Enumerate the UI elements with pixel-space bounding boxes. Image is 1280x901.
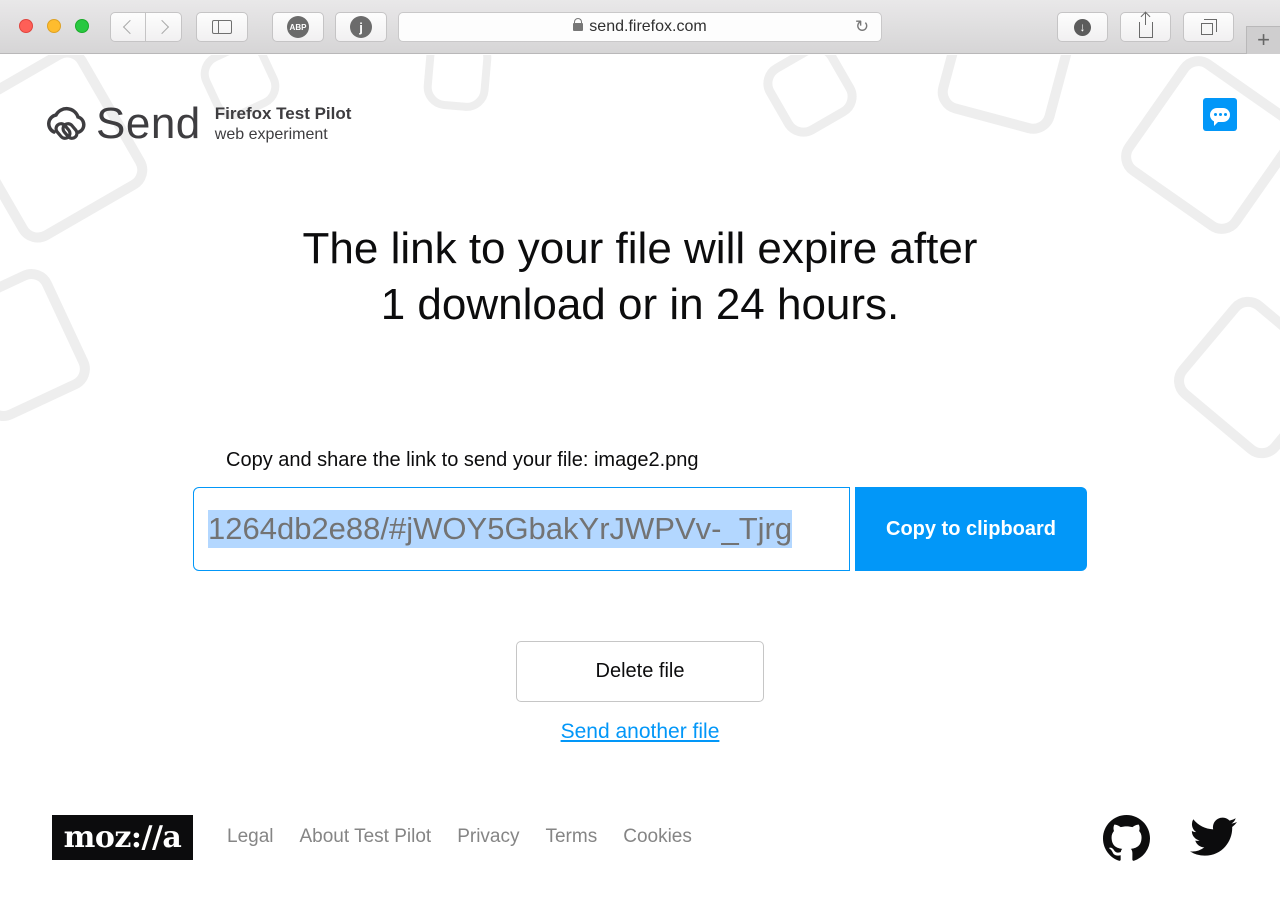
share-button[interactable] [1120,12,1171,42]
footer-link-about-test-pilot[interactable]: About Test Pilot [300,826,432,848]
tabs-icon [1200,19,1217,35]
chevron-left-icon [122,19,138,35]
background-file-decoration [755,55,865,145]
test-pilot-subtitle: Firefox Test Pilot web experiment [215,103,352,145]
footer-link-legal[interactable]: Legal [227,826,274,848]
show-tabs-button[interactable] [1183,12,1234,42]
footer-link-cookies[interactable]: Cookies [623,826,692,848]
back-button[interactable] [110,12,146,42]
background-file-decoration [1112,55,1280,243]
zoom-window-button[interactable] [75,19,89,33]
subtitle-line-2: web experiment [214,126,328,143]
github-icon[interactable] [1103,815,1150,862]
sidebar-icon [212,20,232,34]
send-another-container: Send another file [0,720,1280,744]
feedback-button[interactable] [1203,98,1237,131]
reload-icon[interactable]: ↻ [853,18,871,36]
download-icon: ↓ [1074,18,1091,36]
share-icon [1138,13,1153,38]
navigation-buttons [110,12,182,42]
background-file-decoration [421,55,494,113]
send-another-file-link[interactable]: Send another file [561,720,720,743]
expiry-headline: The link to your file will expire after … [0,221,1280,333]
twitter-icon[interactable] [1190,817,1237,857]
lock-icon [573,18,584,35]
send-logo[interactable]: Send Firefox Test Pilot web experiment [44,99,351,149]
forward-button[interactable] [146,12,182,42]
copy-to-clipboard-button[interactable]: Copy to clipboard [855,487,1087,571]
mozilla-logo[interactable]: moz://a [52,815,193,860]
share-instructions: Copy and share the link to send your fil… [226,449,699,471]
share-link-field[interactable]: 1264db2e88/#jWOY5GbakYrJWPVv-_Tjrg [193,487,850,571]
logo-title: Send [96,99,201,148]
j-extension-icon: j [350,16,372,38]
chat-bubble-icon [1210,107,1230,126]
close-window-button[interactable] [19,19,33,33]
subtitle-line-1: Firefox Test Pilot [214,104,352,123]
new-tab-button[interactable]: + [1246,26,1280,54]
headline-line-2: 1 download or in 24 hours. [380,280,900,329]
minimize-window-button[interactable] [47,19,61,33]
downloads-button[interactable]: ↓ [1057,12,1108,42]
footer: moz://a Legal About Test Pilot Privacy T… [0,815,1280,879]
background-file-decoration [932,55,1078,139]
footer-link-privacy[interactable]: Privacy [457,826,519,848]
address-bar[interactable]: send.firefox.com ↻ [398,12,882,42]
footer-link-terms[interactable]: Terms [545,826,597,848]
share-link-value[interactable]: 1264db2e88/#jWOY5GbakYrJWPVv-_Tjrg [208,510,793,548]
delete-file-button[interactable]: Delete file [516,641,764,702]
send-cloud-icon [47,106,86,140]
abp-icon: ABP [287,16,309,38]
browser-toolbar: ABP j send.firefox.com ↻ ↓ + [0,0,1280,54]
sidebar-toggle-button[interactable] [196,12,248,42]
footer-links: Legal About Test Pilot Privacy Terms Coo… [227,826,692,848]
j-extension-button[interactable]: j [335,12,387,42]
url-text: send.firefox.com [589,18,707,35]
chevron-right-icon [154,19,169,35]
page-content: Send Firefox Test Pilot web experiment T… [0,55,1280,901]
headline-line-1: The link to your file will expire after [302,224,978,273]
adblock-extension-button[interactable]: ABP [272,12,324,42]
